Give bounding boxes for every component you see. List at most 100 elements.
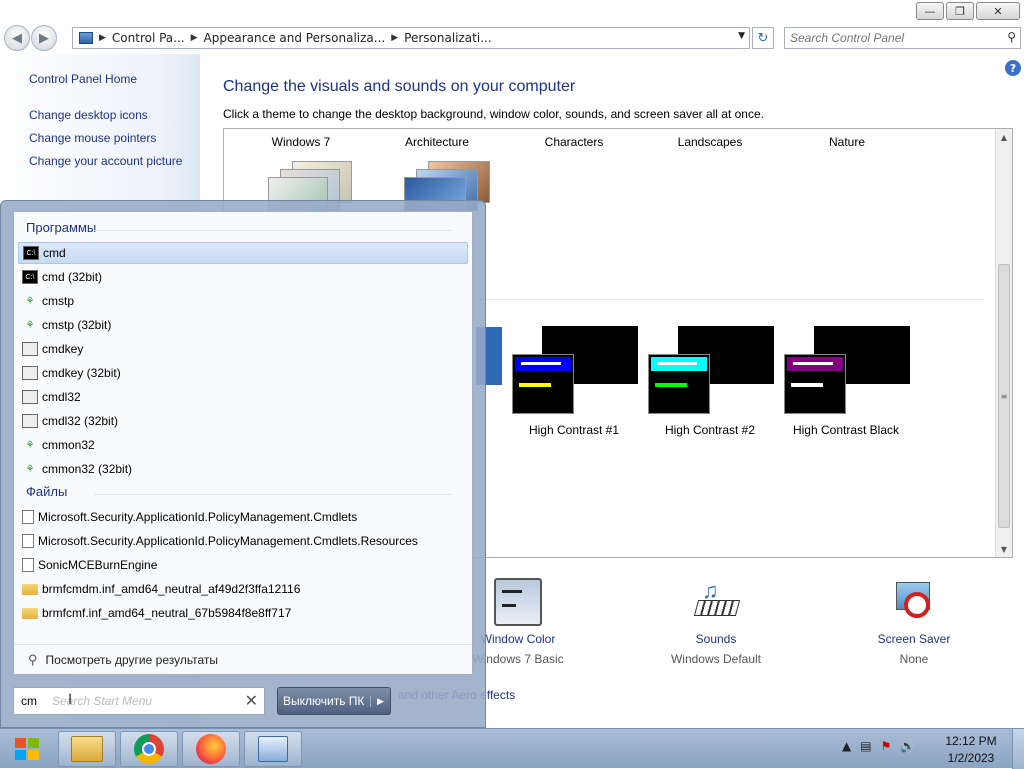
taskbar-control-panel[interactable] <box>244 731 302 767</box>
window-icon <box>22 342 38 356</box>
list-item[interactable]: ⚘ cmmon32 (32bit) <box>18 458 468 480</box>
volume-icon[interactable]: 🔊 <box>900 739 915 753</box>
search-results-panel: Программы C:\ cmd C:\ cmd (32bit) ⚘ cmstp ⚘ cms… <box>13 211 473 675</box>
high-contrast-black-label[interactable]: High Contrast Black <box>776 423 916 437</box>
shutdown-button[interactable]: Выключить ПК ▶ <box>277 687 391 715</box>
theme-characters[interactable]: Characters <box>519 135 629 149</box>
breadcrumb-separator-icon[interactable]: ▶ <box>391 33 398 43</box>
list-item[interactable]: Microsoft.Security.ApplicationId.PolicyM… <box>18 530 468 552</box>
list-item-label: cmstp (32bit) <box>42 318 112 332</box>
high-contrast-1-thumbnail[interactable] <box>512 326 638 418</box>
sounds-item[interactable]: ♫ Sounds Windows Default <box>651 578 781 666</box>
sounds-link[interactable]: Sounds <box>651 632 781 646</box>
forward-button[interactable]: ▶ <box>31 25 57 51</box>
document-icon <box>22 534 34 548</box>
search-box[interactable]: ⚲ <box>784 27 1021 49</box>
breadcrumb-separator-icon[interactable]: ▶ <box>191 33 198 43</box>
scrollbar-thumb[interactable]: ≡ <box>998 264 1010 528</box>
show-hidden-icons-icon[interactable]: ▲ <box>842 739 851 753</box>
list-item[interactable]: brmfcmf.inf_amd64_neutral_67b5984f8e8ff7… <box>18 602 468 624</box>
list-item-label: cmdkey (32bit) <box>42 366 121 380</box>
taskbar-file-explorer[interactable] <box>58 731 116 767</box>
scroll-up-icon[interactable]: ▲ <box>996 129 1012 145</box>
breadcrumb-personalization[interactable]: Personalizati... <box>404 31 491 45</box>
scroll-down-icon[interactable]: ▼ <box>996 541 1012 557</box>
list-item[interactable]: C:\ cmd (32bit) <box>18 266 468 288</box>
sounds-value: Windows Default <box>670 652 762 666</box>
start-button[interactable] <box>0 729 54 769</box>
page-title: Change the visuals and sounds on your co… <box>223 78 576 95</box>
window-color-icon <box>494 578 542 626</box>
high-contrast-black-thumbnail[interactable] <box>784 326 910 418</box>
taskbar-firefox[interactable] <box>182 731 240 767</box>
change-mouse-pointers-link[interactable]: Change mouse pointers <box>29 131 156 145</box>
breadcrumb-appearance[interactable]: Appearance and Personaliza... <box>204 31 386 45</box>
control-panel-icon <box>258 736 288 762</box>
search-input[interactable] <box>785 28 995 48</box>
list-item[interactable]: cmdl32 (32bit) <box>18 410 468 432</box>
high-contrast-1-label[interactable]: High Contrast #1 <box>504 423 644 437</box>
theme-nature[interactable]: Nature <box>792 135 902 149</box>
theme-landscapes[interactable]: Landscapes <box>655 135 765 149</box>
clear-search-icon[interactable]: ✕ <box>245 691 258 710</box>
gear-icon: ⚘ <box>25 463 35 475</box>
list-item-label: cmd (32bit) <box>42 270 103 284</box>
search-icon[interactable]: ⚲ <box>1007 30 1016 44</box>
control-panel-home-link[interactable]: Control Panel Home <box>29 72 137 86</box>
list-item[interactable]: ⚘ cmmon32 <box>18 434 468 456</box>
close-button[interactable]: ✕ <box>976 2 1020 20</box>
list-item[interactable]: cmdkey (32bit) <box>18 362 468 384</box>
change-desktop-icons-link[interactable]: Change desktop icons <box>29 108 148 122</box>
files-header: Файлы <box>26 484 68 499</box>
clock-date: 1/2/2023 <box>947 751 995 765</box>
list-item-label: Microsoft.Security.ApplicationId.PolicyM… <box>38 510 358 524</box>
high-contrast-2-label[interactable]: High Contrast #2 <box>640 423 780 437</box>
app-icon <box>22 390 38 404</box>
help-icon[interactable]: ? <box>1005 60 1021 76</box>
network-icon[interactable]: ▤ <box>860 739 871 753</box>
system-tray: ▲ ▤ ⚑ 🔊 <box>842 739 915 753</box>
action-center-icon[interactable]: ⚑ <box>881 739 892 753</box>
see-more-results-label: Посмотреть другие результаты <box>45 653 219 667</box>
change-account-picture-link[interactable]: Change your account picture <box>29 154 182 168</box>
taskbar-chrome[interactable] <box>120 731 178 767</box>
list-item[interactable]: cmdkey <box>18 338 468 360</box>
app-icon <box>22 414 38 428</box>
list-item-label: cmmon32 <box>42 438 95 452</box>
start-search-input[interactable]: cm <box>21 694 37 708</box>
shutdown-label[interactable]: Выключить ПК <box>278 694 370 708</box>
list-item[interactable]: ⚘ cmstp <box>18 290 468 312</box>
start-search-box[interactable]: cm Search Start Menu I ✕ <box>13 687 265 715</box>
folder-icon <box>22 583 38 595</box>
breadcrumb-separator-icon[interactable]: ▶ <box>99 33 106 43</box>
see-more-results-link[interactable]: ⚲ Посмотреть другие результаты <box>28 652 218 668</box>
gear-icon: ⚘ <box>25 295 35 307</box>
control-panel-icon <box>79 32 93 44</box>
show-desktop-button[interactable] <box>1012 729 1024 769</box>
address-bar[interactable]: ▶ Control Pa... ▶ Appearance and Persona… <box>72 27 750 49</box>
high-contrast-2-thumbnail[interactable] <box>648 326 774 418</box>
back-button[interactable]: ◀ <box>4 25 30 51</box>
chevron-down-icon[interactable]: ▼ <box>738 31 745 41</box>
list-item-label: brmfcmdm.inf_amd64_neutral_af49d2f3ffa12… <box>42 582 301 596</box>
maximize-button[interactable]: ❐ <box>946 2 974 20</box>
list-item[interactable]: brmfcmdm.inf_amd64_neutral_af49d2f3ffa12… <box>18 578 468 600</box>
theme-list-scrollbar[interactable]: ▲ ≡ ▼ <box>995 129 1012 557</box>
list-item[interactable]: Microsoft.Security.ApplicationId.PolicyM… <box>18 506 468 528</box>
refresh-button[interactable]: ↻ <box>752 27 774 49</box>
shutdown-options-arrow-icon[interactable]: ▶ <box>370 695 390 707</box>
theme-windows7[interactable]: Windows 7 <box>246 135 356 149</box>
breadcrumb-control-panel[interactable]: Control Pa... <box>112 31 185 45</box>
screen-saver-value: None <box>899 652 929 666</box>
windows-logo-icon <box>15 738 39 760</box>
theme-architecture[interactable]: Architecture <box>382 135 492 149</box>
list-item[interactable]: ⚘ cmstp (32bit) <box>18 314 468 336</box>
screen-saver-item[interactable]: Screen Saver None <box>849 578 979 666</box>
screen-saver-link[interactable]: Screen Saver <box>849 632 979 646</box>
list-item[interactable]: cmdl32 <box>18 386 468 408</box>
clock[interactable]: 12:12 PM 1/2/2023 <box>936 733 1006 767</box>
minimize-button[interactable]: — <box>916 2 944 20</box>
list-item[interactable]: SonicMCEBurnEngine <box>18 554 468 576</box>
list-item[interactable]: C:\ cmd <box>18 242 468 264</box>
caption-buttons: — ❐ ✕ <box>916 2 1020 20</box>
